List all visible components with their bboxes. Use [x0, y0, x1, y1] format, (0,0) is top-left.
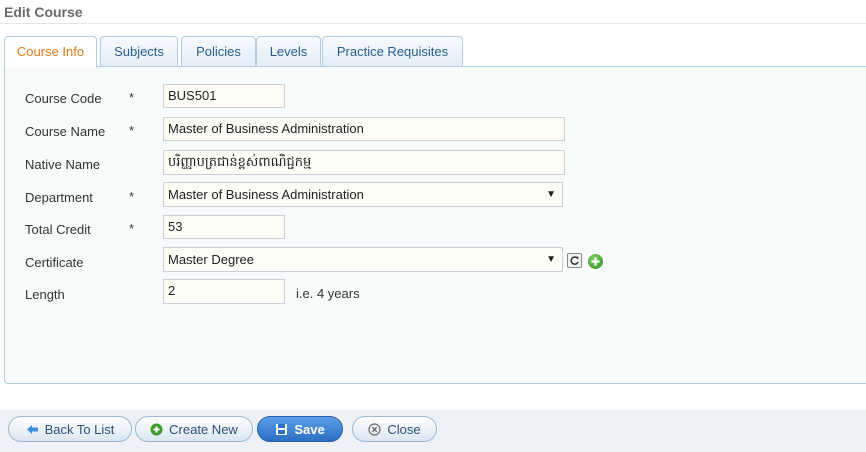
- save-button[interactable]: Save: [257, 416, 343, 442]
- required-marker: *: [129, 189, 135, 204]
- native-name-label: Native Name: [25, 157, 101, 172]
- native-name-input[interactable]: បរិញ្ញាបត្រជាន់ខ្ពស់ពាណិជ្ជកម្ម: [163, 150, 565, 175]
- total-credit-input[interactable]: 53: [163, 215, 285, 239]
- create-new-label: Create New: [169, 421, 238, 437]
- department-label: Department: [25, 190, 93, 205]
- left-arrow-icon: [26, 423, 39, 436]
- length-input[interactable]: 2: [163, 279, 285, 304]
- department-select[interactable]: Master of Business Administration ▼: [163, 182, 563, 207]
- close-label: Close: [387, 421, 421, 437]
- plus-circle-icon: [150, 423, 163, 436]
- length-hint: i.e. 4 years: [296, 286, 360, 301]
- refresh-icon[interactable]: [567, 253, 582, 268]
- total-credit-label: Total Credit: [25, 222, 91, 237]
- close-button[interactable]: Close: [352, 416, 437, 442]
- certificate-label: Certificate: [25, 255, 84, 270]
- save-label: Save: [294, 421, 325, 437]
- add-circle-icon[interactable]: [588, 254, 603, 269]
- tab-subjects[interactable]: Subjects: [100, 36, 178, 66]
- required-marker: *: [129, 90, 135, 105]
- required-marker: *: [129, 221, 135, 236]
- tab-course-info[interactable]: Course Info: [4, 36, 97, 68]
- floppy-disk-icon: [275, 423, 288, 436]
- tab-practice-requisites[interactable]: Practice Requisites: [322, 36, 463, 66]
- back-to-list-label: Back To List: [44, 421, 115, 437]
- back-to-list-button[interactable]: Back To List: [8, 416, 132, 442]
- title-divider: [0, 23, 866, 24]
- certificate-select[interactable]: Master Degree ▼: [163, 247, 563, 272]
- tab-levels[interactable]: Levels: [256, 36, 321, 66]
- close-circle-icon: [368, 422, 381, 436]
- tab-policies[interactable]: Policies: [181, 36, 256, 66]
- course-name-label: Course Name: [25, 124, 106, 139]
- length-label: Length: [25, 287, 65, 302]
- course-code-label: Course Code: [25, 91, 102, 106]
- certificate-selected-value: Master Degree: [168, 252, 254, 267]
- dropdown-arrow-icon: ▼: [546, 254, 556, 265]
- create-new-button[interactable]: Create New: [135, 416, 253, 442]
- department-selected-value: Master of Business Administration: [168, 187, 364, 202]
- course-name-input[interactable]: Master of Business Administration: [163, 117, 565, 141]
- required-marker: *: [129, 123, 135, 138]
- dropdown-arrow-icon: ▼: [546, 189, 556, 200]
- course-code-input[interactable]: BUS501: [163, 84, 285, 108]
- page-title: Edit Course: [4, 4, 83, 20]
